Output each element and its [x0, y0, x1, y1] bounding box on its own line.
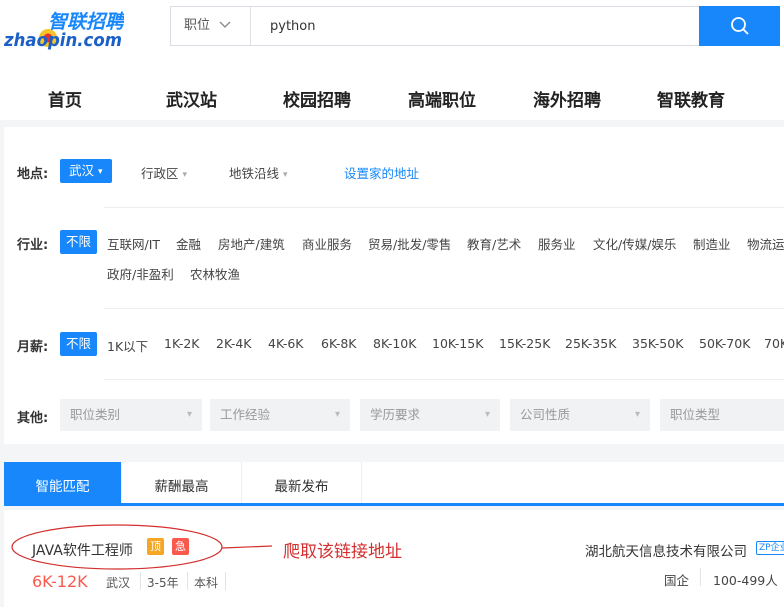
- industry-option[interactable]: 制造业: [693, 234, 731, 253]
- divider: [104, 379, 784, 380]
- subway-select[interactable]: 地铁沿线 ▾: [229, 163, 288, 182]
- district-label: 行政区: [141, 166, 179, 181]
- nav-overseas[interactable]: 海外招聘: [533, 86, 601, 111]
- nav-senior[interactable]: 高端职位: [408, 86, 476, 111]
- search-input[interactable]: [252, 7, 698, 45]
- job-education: 本科: [194, 576, 219, 590]
- salary-option[interactable]: 6K-8K: [321, 336, 357, 351]
- dropdown-label: 学历要求: [370, 407, 421, 422]
- industry-option[interactable]: 互联网/IT: [107, 234, 160, 253]
- job-salary: 6K-12K: [32, 572, 88, 591]
- chevron-down-icon: ▾: [186, 409, 192, 420]
- salary-option[interactable]: 15K-25K: [499, 336, 550, 351]
- dropdown-label: 工作经验: [220, 407, 271, 422]
- industry-option[interactable]: 教育/艺术: [467, 234, 521, 253]
- salary-option[interactable]: 1K以下: [107, 336, 148, 355]
- location-selected-label: 武汉: [69, 163, 95, 178]
- chevron-down-icon: ▾: [484, 409, 490, 420]
- company-size: 100-499人: [713, 573, 778, 588]
- experience-dropdown[interactable]: 工作经验 ▾: [210, 399, 350, 431]
- urgent-badge: 急: [172, 538, 189, 555]
- nav-home[interactable]: 首页: [48, 86, 82, 111]
- industry-option-any[interactable]: 不限: [60, 230, 98, 254]
- filter-label-industry: 行业:: [17, 238, 49, 253]
- chevron-down-icon: [219, 21, 231, 28]
- industry-option[interactable]: 农林牧渔: [190, 264, 240, 283]
- salary-option[interactable]: 2K-4K: [216, 336, 252, 351]
- company-type-dropdown[interactable]: 公司性质 ▾: [510, 399, 650, 431]
- divider: [104, 308, 784, 309]
- salary-option[interactable]: 50K-70K: [699, 336, 750, 351]
- zhaopin-logo[interactable]: 智联招聘 zhaopin.com: [3, 6, 127, 54]
- chevron-down-icon: ▾: [182, 170, 188, 180]
- subway-label: 地铁沿线: [229, 166, 280, 181]
- site-header: 智联招聘 zhaopin.com 职位 首页 武汉站 校园招聘 高端职位 海外招…: [0, 0, 784, 120]
- dropdown-label: 职位类型: [670, 407, 721, 422]
- set-home-address-link[interactable]: 设置家的地址: [344, 163, 419, 182]
- chevron-down-icon: ▾: [98, 167, 103, 177]
- top-badge: 顶: [147, 538, 164, 555]
- search-icon: [730, 17, 749, 35]
- district-select[interactable]: 行政区 ▾: [141, 163, 187, 182]
- filter-panel: 地点: 武汉 ▾ 行政区 ▾ 地铁沿线 ▾ 设置家的地址 行业: 不限 互联网/IT …: [4, 127, 784, 444]
- salary-option[interactable]: 25K-35K: [565, 336, 616, 351]
- chevron-down-icon: ▾: [334, 409, 340, 420]
- job-title-link[interactable]: JAVA软件工程师: [32, 540, 133, 560]
- dropdown-label: 职位类别: [70, 407, 121, 422]
- job-experience: 3-5年: [147, 576, 179, 590]
- svg-text:zhaopin.com: zhaopin.com: [4, 30, 122, 51]
- search-type-label: 职位: [184, 18, 211, 33]
- main-nav: 首页 武汉站 校园招聘 高端职位 海外招聘 智联教育: [0, 78, 784, 118]
- filter-label-location: 地点:: [17, 167, 49, 182]
- company-type: 国企: [664, 573, 690, 588]
- divider: [700, 568, 701, 586]
- tab-latest[interactable]: 最新发布: [242, 462, 362, 503]
- location-select[interactable]: 武汉 ▾: [60, 159, 112, 183]
- industry-option[interactable]: 文化/传媒/娱乐: [593, 234, 676, 253]
- result-tabs: 智能匹配 薪酬最高 最新发布: [4, 462, 784, 506]
- industry-option[interactable]: 房地产/建筑: [218, 234, 285, 253]
- industry-option[interactable]: 服务业: [538, 234, 576, 253]
- job-type-dropdown[interactable]: 职位类型: [660, 399, 784, 431]
- salary-option[interactable]: 8K-10K: [373, 336, 416, 351]
- salary-option[interactable]: 10K-15K: [432, 336, 483, 351]
- filter-label-other: 其他:: [17, 411, 49, 426]
- annotation-label: 爬取该链接地址: [283, 542, 402, 562]
- job-city: 武汉: [106, 576, 131, 590]
- nav-education[interactable]: 智联教育: [657, 86, 725, 111]
- search-type-select[interactable]: 职位: [171, 7, 251, 45]
- salary-option-any[interactable]: 不限: [60, 332, 98, 356]
- dropdown-label: 公司性质: [520, 407, 571, 422]
- nav-wuhan[interactable]: 武汉站: [166, 86, 217, 111]
- search-bar: 职位: [170, 6, 780, 46]
- salary-option[interactable]: 70K: [764, 336, 784, 351]
- industry-option[interactable]: 商业服务: [302, 234, 352, 253]
- search-button[interactable]: [699, 6, 780, 46]
- tab-highest-salary[interactable]: 薪酬最高: [122, 462, 242, 503]
- salary-option[interactable]: 35K-50K: [632, 336, 683, 351]
- nav-campus[interactable]: 校园招聘: [283, 86, 351, 111]
- education-dropdown[interactable]: 学历要求 ▾: [360, 399, 500, 431]
- industry-option[interactable]: 贸易/批发/零售: [368, 234, 451, 253]
- chevron-down-icon: ▾: [283, 170, 288, 180]
- company-name-link[interactable]: 湖北航天信息技术有限公司: [585, 540, 747, 560]
- industry-option[interactable]: 物流运: [747, 234, 784, 253]
- tab-smart-match[interactable]: 智能匹配: [4, 462, 122, 503]
- salary-option[interactable]: 4K-6K: [268, 336, 304, 351]
- company-badge: ZP企业: [756, 541, 784, 555]
- chevron-down-icon: ▾: [634, 409, 640, 420]
- job-category-dropdown[interactable]: 职位类别 ▾: [60, 399, 202, 431]
- divider: [104, 207, 784, 208]
- industry-option[interactable]: 政府/非盈利: [107, 264, 174, 283]
- filter-label-salary: 月薪:: [17, 340, 49, 355]
- salary-option[interactable]: 1K-2K: [164, 336, 200, 351]
- divider: [225, 572, 226, 590]
- industry-option[interactable]: 金融: [176, 234, 201, 253]
